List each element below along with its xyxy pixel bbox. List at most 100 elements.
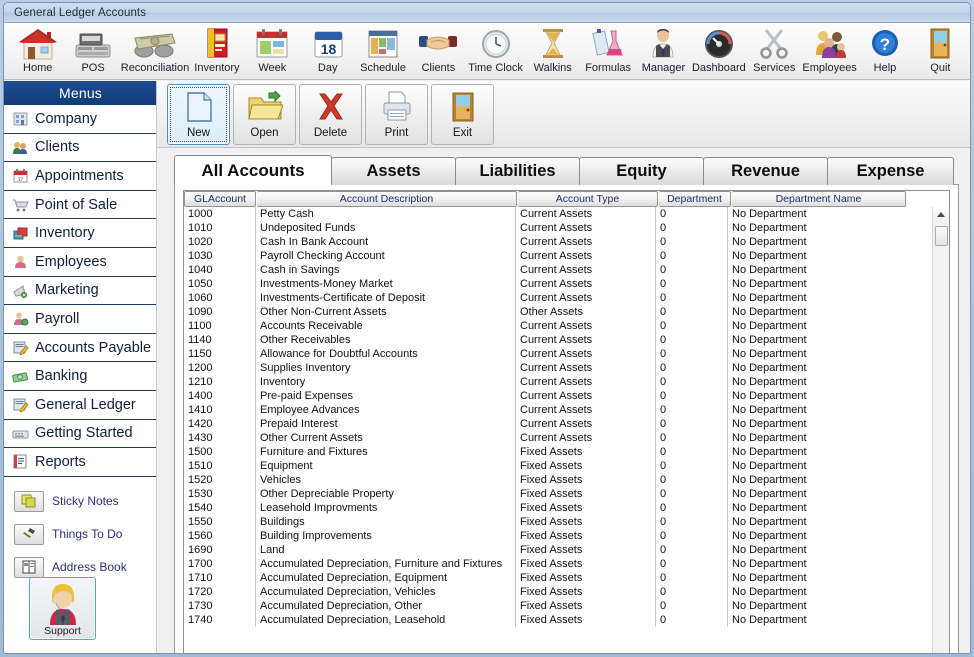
table-row[interactable]: 1030 Payroll Checking Account Current Asse…: [184, 249, 932, 263]
sidebar-item-company[interactable]: Company: [4, 105, 157, 134]
table-row[interactable]: 1150 Allowance for Doubtful Accounts Curre…: [184, 347, 932, 361]
support-button[interactable]: Support: [29, 577, 96, 640]
table-row[interactable]: 1090 Other Non-Current Assets Other Assets…: [184, 305, 932, 319]
open-label: Open: [250, 126, 279, 139]
sidebar-utility-things-to-do[interactable]: Things To Do: [4, 518, 157, 551]
table-cell: Fixed Assets: [516, 501, 656, 515]
table-row[interactable]: 1550 Buildings Fixed Assets 0 No Department: [184, 515, 932, 529]
table-row[interactable]: 1100 Accounts Receivable Current Assets 0 No…: [184, 319, 932, 333]
table-row[interactable]: 1430 Other Current Assets Current Assets 0 N…: [184, 431, 932, 445]
sidebar-item-label: Appointments: [35, 167, 124, 184]
table-row[interactable]: 1530 Other Depreciable Property Fixed Asse…: [184, 487, 932, 501]
sidebar-item-accounts-payable[interactable]: Accounts Payable: [4, 333, 157, 363]
toolbar-button-home[interactable]: Home: [10, 24, 65, 79]
new-button[interactable]: New: [167, 83, 230, 145]
sidebar-item-payroll[interactable]: Payroll: [4, 305, 157, 334]
table-row[interactable]: 1210 Inventory Current Assets 0 No Departmen…: [184, 375, 932, 389]
table-row[interactable]: 1560 Building Improvements Fixed Assets 0 No…: [184, 529, 932, 543]
sidebar-utility-label: Sticky Notes: [52, 494, 119, 509]
sidebar-item-label: Inventory: [35, 225, 95, 242]
table-row[interactable]: 1400 Pre-paid Expenses Current Assets 0 No D…: [184, 389, 932, 403]
toolbar-button-pos[interactable]: POS: [65, 24, 120, 79]
sidebar-item-appointments[interactable]: 17 Appointments: [4, 162, 157, 191]
tab-revenue[interactable]: Revenue: [703, 157, 828, 185]
grid-column-header[interactable]: Account Type: [518, 191, 658, 207]
toolbar-button-week[interactable]: Week: [245, 24, 300, 79]
table-row[interactable]: 1200 Supplies Inventory Current Assets 0 No …: [184, 361, 932, 375]
print-button[interactable]: Print: [365, 83, 428, 145]
table-row[interactable]: 1540 Leasehold Improvments Fixed Assets 0 No…: [184, 501, 932, 515]
table-row[interactable]: 1710 Accumulated Depreciation, Equipment F…: [184, 571, 932, 585]
toolbar-button-manager[interactable]: Manager: [636, 24, 691, 79]
delete-button[interactable]: Delete: [299, 83, 362, 145]
table-cell: Cash in Savings: [256, 263, 516, 277]
tab-liabilities[interactable]: Liabilities: [455, 157, 580, 185]
table-row[interactable]: 1730 Accumulated Depreciation, Other Fixed…: [184, 599, 932, 613]
toolbar-button-dashboard[interactable]: Dashboard: [691, 24, 746, 79]
sidebar-item-clients[interactable]: Clients: [4, 133, 157, 163]
scrollbar-thumb[interactable]: [935, 226, 948, 246]
sidebar-item-reports[interactable]: Reports: [4, 448, 157, 477]
building-icon: [10, 110, 30, 128]
sidebar-item-point-of-sale[interactable]: Point of Sale: [4, 190, 157, 220]
sidebar-item-banking[interactable]: Banking: [4, 362, 157, 391]
toolbar-button-reconciliation[interactable]: Reconciliation: [121, 24, 189, 79]
grid-column-header[interactable]: Department Name: [732, 191, 906, 207]
table-row[interactable]: 1000 Petty Cash Current Assets 0 No Departme…: [184, 207, 932, 221]
toolbar-button-time-clock[interactable]: Time Clock: [466, 24, 525, 79]
tab-all-accounts[interactable]: All Accounts: [174, 155, 332, 185]
table-row[interactable]: 1040 Cash in Savings Current Assets 0 No Dep…: [184, 263, 932, 277]
tab-assets[interactable]: Assets: [331, 157, 456, 185]
sidebar-utility-sticky-notes[interactable]: Sticky Notes: [4, 485, 157, 518]
table-cell: Fixed Assets: [516, 529, 656, 543]
grid-column-header[interactable]: Account Description: [257, 191, 517, 207]
table-row[interactable]: 1720 Accumulated Depreciation, Vehicles Fi…: [184, 585, 932, 599]
table-row[interactable]: 1420 Prepaid Interest Current Assets 0 No De…: [184, 417, 932, 431]
grid-vertical-scrollbar[interactable]: [932, 207, 949, 653]
sidebar-item-getting-started[interactable]: Getting Started: [4, 419, 157, 449]
sidebar-item-employees[interactable]: Employees: [4, 247, 157, 277]
table-row[interactable]: 1140 Other Receivables Current Assets 0 No D…: [184, 333, 932, 347]
toolbar-button-quit[interactable]: Quit: [913, 24, 968, 79]
grid-rows[interactable]: 1000 Petty Cash Current Assets 0 No Departme…: [184, 207, 932, 653]
toolbar-button-inventory[interactable]: Inventory: [189, 24, 244, 79]
table-cell: 0: [656, 431, 728, 445]
table-row[interactable]: 1500 Furniture and Fixtures Fixed Assets 0 N…: [184, 445, 932, 459]
grid-column-header[interactable]: GLAccount: [184, 191, 256, 207]
toolbar-label: Walkins: [533, 62, 572, 74]
table-row[interactable]: 1510 Equipment Fixed Assets 0 No Department: [184, 459, 932, 473]
toolbar-label: Manager: [641, 62, 686, 74]
open-button[interactable]: Open: [233, 83, 296, 145]
calendar-icon: 17: [10, 167, 30, 185]
table-row[interactable]: 1050 Investments-Money Market Current Asse…: [184, 277, 932, 291]
table-row[interactable]: 1060 Investments-Certificate of Deposit Cu…: [184, 291, 932, 305]
toolbar-button-services[interactable]: Services: [747, 24, 802, 79]
table-row[interactable]: 1690 Land Fixed Assets 0 No Department: [184, 543, 932, 557]
body-area: Menus Company Clients 17 Appointments Po…: [4, 81, 970, 653]
sidebar-item-marketing[interactable]: Marketing: [4, 276, 157, 306]
tab-equity[interactable]: Equity: [579, 157, 704, 185]
tab-expense[interactable]: Expense: [827, 157, 954, 185]
grid-column-header[interactable]: Department: [659, 191, 731, 207]
toolbar-button-formulas[interactable]: Formulas: [580, 24, 635, 79]
table-cell: Accumulated Depreciation, Furniture and …: [256, 557, 516, 571]
toolbar-button-help[interactable]: ? Help: [857, 24, 912, 79]
house-icon: [15, 24, 61, 62]
table-row[interactable]: 1410 Employee Advances Current Assets 0 No D…: [184, 403, 932, 417]
scroll-up-button[interactable]: [933, 207, 949, 222]
table-row[interactable]: 1740 Accumulated Depreciation, Leasehold F…: [184, 613, 932, 627]
table-cell: 0: [656, 487, 728, 501]
toolbar-button-day[interactable]: 18 Day: [300, 24, 355, 79]
table-row[interactable]: 1520 Vehicles Fixed Assets 0 No Department: [184, 473, 932, 487]
toolbar-label: Schedule: [360, 62, 406, 74]
toolbar-button-clients[interactable]: Clients: [411, 24, 466, 79]
toolbar-button-walkins[interactable]: Walkins: [525, 24, 580, 79]
table-row[interactable]: 1700 Accumulated Depreciation, Furniture …: [184, 557, 932, 571]
sidebar-item-inventory[interactable]: Inventory: [4, 219, 157, 248]
exit-button[interactable]: Exit: [431, 83, 494, 145]
table-row[interactable]: 1020 Cash In Bank Account Current Assets 0 N…: [184, 235, 932, 249]
table-row[interactable]: 1010 Undeposited Funds Current Assets 0 No D…: [184, 221, 932, 235]
sidebar-item-general-ledger[interactable]: General Ledger: [4, 390, 157, 420]
toolbar-button-employees[interactable]: Employees: [802, 24, 857, 79]
toolbar-button-schedule[interactable]: Schedule: [355, 24, 410, 79]
